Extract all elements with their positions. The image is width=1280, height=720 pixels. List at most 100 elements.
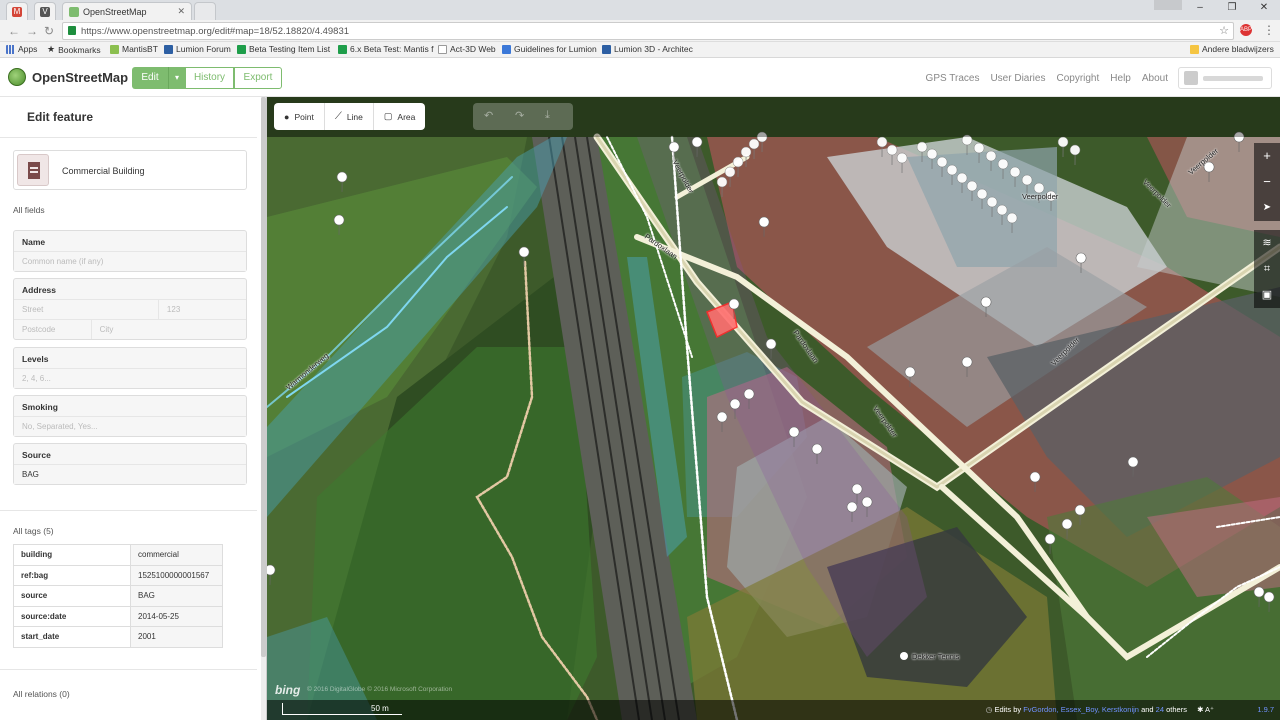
street-label: Veerpolder	[1022, 192, 1059, 201]
map-data-icon[interactable]: ⌗	[1254, 256, 1280, 282]
tag-key-input[interactable]: building	[13, 544, 131, 566]
export-button[interactable]: Export	[234, 67, 282, 89]
username-redacted	[1203, 76, 1263, 81]
geolocate-icon[interactable]: ➤	[1254, 195, 1280, 221]
bookmark-lumion-3d[interactable]: Lumion 3D - Architec	[602, 44, 693, 54]
bookmark-mantisbt[interactable]: MantisBT	[110, 44, 158, 54]
map-toolbar: ● Point ⟋ Line ▢ Area ↶ ↷ ⤓	[267, 97, 1280, 137]
bookmark-act3d[interactable]: Act-3D Web	[438, 44, 496, 54]
help-icon[interactable]: ✱	[1197, 705, 1203, 714]
zoom-in-icon[interactable]: +	[1254, 143, 1280, 169]
levels-input[interactable]: 2, 4, 6...	[14, 368, 246, 388]
map-imagery	[267, 97, 1280, 720]
lock-icon	[68, 26, 76, 35]
building-icon	[17, 154, 49, 186]
bookmark-beta-testing[interactable]: Beta Testing Item List	[237, 44, 330, 54]
page-icon: V	[40, 6, 50, 17]
undo-redo-group: ↶ ↷ ⤓	[473, 103, 573, 130]
all-relations-toggle[interactable]: All relations (0)	[13, 689, 70, 699]
user-menu[interactable]	[1178, 67, 1272, 89]
bookmark-lumion-forum[interactable]: Lumion Forum	[164, 44, 231, 54]
accessibility-icon[interactable]: A⁺	[1205, 705, 1214, 714]
postcode-input[interactable]: Postcode	[14, 319, 91, 339]
scale-bar[interactable]: 50 m	[282, 703, 402, 715]
bookmark-apps[interactable]: Apps	[6, 44, 37, 54]
issues-icon[interactable]: ▣	[1254, 282, 1280, 308]
layers-icon[interactable]: ≋	[1254, 230, 1280, 256]
tag-value-input[interactable]: commercial	[130, 544, 223, 566]
about-link[interactable]: About	[1142, 73, 1168, 84]
star-icon[interactable]: ☆	[1219, 24, 1229, 37]
save-icon[interactable]: ⤓	[545, 109, 550, 122]
bookmark-other[interactable]: Andere bladwijzers	[1190, 44, 1274, 54]
tag-value-input[interactable]: 2001	[130, 626, 223, 648]
tab-pinned-2[interactable]: V	[34, 2, 56, 20]
bookmark-bookmarks[interactable]: ★ Bookmarks	[47, 44, 101, 55]
source-input[interactable]: BAG	[14, 464, 246, 484]
divider	[0, 669, 257, 670]
name-input[interactable]: Common name (if any)	[14, 251, 246, 271]
tag-key-input[interactable]: start_date	[13, 626, 131, 648]
map-canvas[interactable]: Veerpolder Veerpolder Veerpolder Veerpol…	[267, 97, 1280, 720]
all-fields-toggle[interactable]: All fields	[13, 205, 45, 215]
window-close-icon[interactable]: ✕	[1252, 2, 1276, 16]
undo-icon[interactable]: ↶	[484, 109, 493, 122]
tab-gmail[interactable]: M	[6, 2, 28, 20]
restore-icon[interactable]: ❐	[1220, 2, 1244, 16]
bookmarks-bar: Apps ★ Bookmarks MantisBT Lumion Forum Be…	[0, 42, 1280, 58]
gmail-icon: M	[12, 6, 22, 17]
tag-key-input[interactable]: ref:bag	[13, 564, 131, 586]
address-bar: ← → ↻ https://www.openstreetmap.org/edit…	[0, 20, 1280, 42]
user-diaries-link[interactable]: User Diaries	[990, 73, 1045, 84]
tag-key-input[interactable]: source:date	[13, 605, 131, 627]
gps-traces-link[interactable]: GPS Traces	[926, 73, 980, 84]
sidebar-scrollbar[interactable]	[261, 97, 266, 720]
edit-button[interactable]: Edit	[132, 67, 168, 89]
bookmark-beta-test-mantis[interactable]: 6.x Beta Test: Mantis f	[338, 44, 433, 54]
housenumber-input[interactable]: 123	[157, 299, 246, 319]
history-icon: ◷	[985, 705, 993, 714]
back-icon[interactable]: ←	[8, 24, 20, 38]
url-input[interactable]: https://www.openstreetmap.org/edit#map=1…	[62, 22, 1234, 40]
osm-logo-icon	[8, 68, 26, 86]
bookmark-guidelines[interactable]: Guidelines for Lumion	[502, 44, 597, 54]
street-input[interactable]: Street	[14, 299, 158, 319]
adblock-icon[interactable]: ABP	[1240, 24, 1252, 36]
help-link[interactable]: Help	[1110, 73, 1131, 84]
tag-value-input[interactable]: BAG	[130, 585, 223, 607]
osm-logo[interactable]: OpenStreetMap	[8, 68, 128, 86]
tag-value-input[interactable]: 2014-05-25	[130, 605, 223, 627]
history-button[interactable]: History	[185, 67, 234, 89]
panel-controls: ≋ ⌗ ▣	[1254, 230, 1280, 308]
tag-key-input[interactable]: source	[13, 585, 131, 607]
close-tab-icon[interactable]: ✕	[177, 6, 185, 17]
profile-button[interactable]	[1154, 0, 1182, 10]
edit-count-link[interactable]: 24	[1156, 705, 1164, 714]
edit-dropdown-button[interactable]: ▾	[168, 67, 185, 89]
copyright-link[interactable]: Copyright	[1056, 73, 1099, 84]
menu-icon[interactable]: ⋮	[1263, 23, 1275, 37]
preset-selector[interactable]: Commercial Building	[13, 150, 247, 190]
reload-icon[interactable]: ↻	[44, 24, 54, 38]
osm-icon	[69, 6, 79, 17]
divider	[0, 510, 257, 511]
version-link[interactable]: 1.9.7	[1257, 705, 1274, 714]
city-input[interactable]: City	[90, 319, 246, 339]
new-tab-button[interactable]	[194, 2, 216, 20]
smoking-input[interactable]: No, Separated, Yes...	[14, 416, 246, 436]
all-tags-toggle[interactable]: All tags (5)	[13, 526, 54, 536]
edit-users-link[interactable]: FvGordon, Essex_Boy, Kerstkonijn	[1023, 705, 1139, 714]
redo-icon[interactable]: ↷	[515, 109, 524, 122]
add-point-button[interactable]: ● Point	[274, 103, 325, 130]
bing-logo: bing	[275, 683, 301, 697]
add-line-button[interactable]: ⟋ Line	[325, 103, 374, 130]
mode-buttons: ● Point ⟋ Line ▢ Area	[274, 103, 426, 130]
tab-openstreetmap[interactable]: OpenStreetMap ✕	[62, 2, 192, 20]
zoom-out-icon[interactable]: −	[1254, 169, 1280, 195]
edits-attribution: ◷ Edits by FvGordon, Essex_Boy, Kerstkon…	[985, 705, 1214, 714]
add-area-button[interactable]: ▢ Area	[374, 103, 425, 130]
forward-icon[interactable]: →	[26, 24, 38, 38]
minimize-icon[interactable]: –	[1188, 2, 1212, 16]
tag-value-input[interactable]: 1525100000001567	[130, 564, 223, 586]
scrollbar-thumb[interactable]	[261, 97, 266, 657]
